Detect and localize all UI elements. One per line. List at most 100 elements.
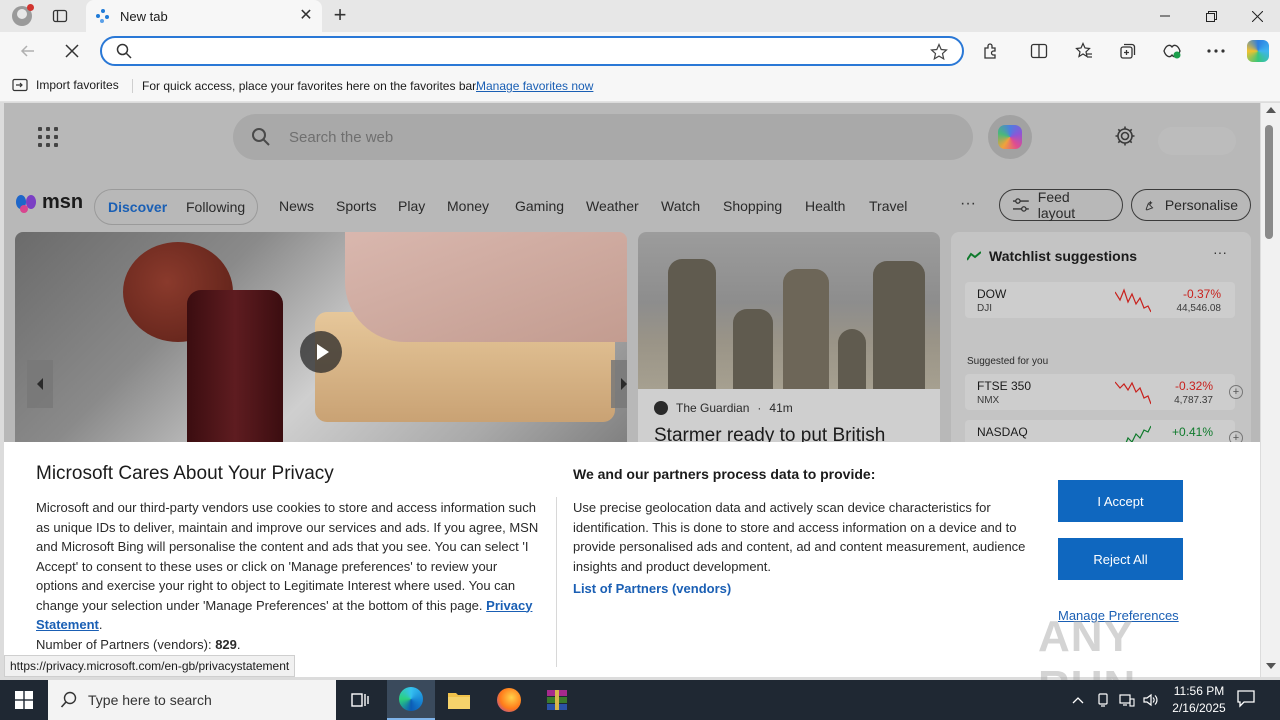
reject-all-button[interactable]: Reject All — [1058, 538, 1183, 580]
nav-play[interactable]: Play — [398, 198, 425, 214]
nav-news[interactable]: News — [279, 198, 314, 214]
stock-sparkline — [1115, 288, 1151, 313]
nav-shopping[interactable]: Shopping — [723, 198, 782, 214]
personalise-label: Personalise — [1164, 197, 1238, 213]
taskbar: Type here to search 11:56 PM 2/16/2025 — [0, 680, 1280, 720]
address-input[interactable] — [142, 42, 922, 60]
feed-tabs: Discover Following — [94, 189, 258, 225]
gear-icon[interactable] — [1114, 125, 1136, 150]
notification-icon[interactable] — [1236, 688, 1260, 712]
tab-new-tab[interactable]: New tab ✕ — [86, 0, 322, 32]
privacy-consent-dialog: Microsoft Cares About Your Privacy Micro… — [4, 442, 1260, 711]
restore-button[interactable] — [1188, 0, 1234, 32]
collections-icon[interactable] — [1114, 37, 1142, 65]
feed-layout-button[interactable]: Feed layout — [999, 189, 1123, 221]
watchlist-row[interactable]: DOW DJI -0.37% 44,546.08 — [965, 282, 1235, 318]
partners-list-link[interactable]: List of Partners (vendors) — [573, 581, 731, 596]
minimize-button[interactable] — [1142, 0, 1188, 32]
profile-icon[interactable] — [10, 4, 34, 28]
edge-taskbar-icon[interactable] — [387, 680, 435, 720]
extensions-icon[interactable] — [977, 37, 1005, 65]
winrar-icon[interactable] — [533, 680, 581, 720]
news-age: 41m — [769, 401, 793, 415]
nav-gaming[interactable]: Gaming — [515, 198, 564, 214]
nav-travel[interactable]: Travel — [869, 198, 907, 214]
carousel-next-button[interactable] — [611, 360, 627, 408]
split-screen-icon[interactable] — [1025, 37, 1053, 65]
watchlist-row[interactable]: FTSE 350 NMX -0.32% 4,787.37 + — [965, 374, 1243, 410]
accept-button[interactable]: I Accept — [1058, 480, 1183, 522]
back-button[interactable] — [14, 37, 42, 65]
personalise-button[interactable]: Personalise — [1131, 189, 1251, 221]
favorites-bar: Import favorites For quick access, place… — [0, 70, 1280, 102]
suggested-label: Suggested for you — [967, 356, 1049, 367]
nav-watch[interactable]: Watch — [661, 198, 700, 214]
msn-logo[interactable]: msn — [16, 191, 83, 214]
scroll-down-icon[interactable] — [1266, 663, 1276, 669]
privacy-body-text: Microsoft and our third-party vendors us… — [36, 500, 539, 613]
copilot-logo-icon[interactable] — [988, 115, 1032, 159]
settings-more-icon[interactable] — [1202, 37, 1230, 65]
system-clock[interactable]: 11:56 PM 2/16/2025 — [1160, 683, 1238, 717]
stock-change: -0.37% — [1182, 287, 1221, 301]
volume-icon[interactable] — [1140, 680, 1162, 720]
copilot-icon[interactable] — [1244, 37, 1272, 65]
nav-money[interactable]: Money — [447, 198, 489, 214]
favorite-star-icon[interactable] — [930, 43, 948, 64]
new-tab-icon — [96, 9, 110, 23]
sign-in-button[interactable] — [1158, 127, 1236, 155]
carousel-prev-button[interactable] — [27, 360, 53, 408]
show-hidden-icons[interactable] — [1068, 680, 1088, 720]
personalise-icon — [1145, 200, 1154, 211]
import-favorites-button[interactable]: Import favorites — [12, 78, 119, 92]
new-tab-button[interactable]: + — [328, 4, 352, 28]
page-scrollbar[interactable] — [1261, 103, 1280, 677]
sliders-icon — [1012, 198, 1029, 212]
nav-weather[interactable]: Weather — [586, 198, 639, 214]
scroll-thumb[interactable] — [1265, 125, 1273, 239]
tab-actions-icon[interactable] — [48, 4, 72, 28]
purposes-title: We and our partners process data to prov… — [573, 466, 876, 482]
msn-butterfly-icon — [16, 193, 38, 213]
tab-discover[interactable]: Discover — [108, 199, 167, 215]
purposes-text: Use precise geolocation data and activel… — [573, 500, 1026, 574]
scroll-up-icon[interactable] — [1266, 107, 1276, 113]
partners-count: 829 — [215, 636, 237, 652]
news-card[interactable]: The Guardian · 41m Starmer ready to put … — [638, 232, 940, 452]
taskbar-search-box[interactable]: Type here to search — [48, 680, 336, 720]
firefox-icon[interactable] — [485, 680, 533, 720]
tab-close-icon[interactable]: ✕ — [296, 6, 316, 26]
stop-loading-button[interactable] — [58, 37, 86, 65]
stock-symbol: DOW — [977, 287, 1007, 301]
task-view-icon[interactable] — [336, 680, 384, 720]
web-search-box[interactable]: Search the web — [233, 114, 973, 160]
app-launcher-icon[interactable] — [38, 127, 58, 147]
privacy-body: Microsoft and our third-party vendors us… — [36, 500, 539, 652]
stock-change: +0.41% — [1171, 425, 1213, 439]
add-to-watchlist-icon[interactable]: + — [1229, 385, 1243, 399]
favorites-hint: For quick access, place your favorites h… — [142, 79, 479, 93]
windows-start-icon[interactable] — [0, 680, 48, 720]
tab-title: New tab — [120, 9, 168, 24]
nav-health[interactable]: Health — [805, 198, 845, 214]
device-icon[interactable] — [1092, 680, 1114, 720]
watchlist-menu-button[interactable]: ··· — [1213, 244, 1227, 260]
nav-sports[interactable]: Sports — [336, 198, 376, 214]
guardian-logo-icon — [654, 401, 668, 415]
nav-more-button[interactable]: ··· — [960, 195, 976, 213]
search-icon — [251, 127, 271, 150]
favorites-icon[interactable] — [1070, 37, 1098, 65]
play-icon[interactable] — [300, 331, 342, 373]
privacy-divider — [556, 497, 557, 667]
hero-video-card[interactable] — [15, 232, 627, 452]
tab-following[interactable]: Following — [186, 199, 245, 215]
browser-toolbar — [0, 32, 1280, 70]
manage-favorites-link[interactable]: Manage favorites now — [476, 79, 593, 93]
file-explorer-icon[interactable] — [435, 680, 483, 720]
address-bar[interactable] — [100, 36, 964, 66]
stock-price: 44,546.08 — [1176, 303, 1222, 314]
network-icon[interactable] — [1116, 680, 1138, 720]
anyrun-watermark: ANY RUN — [1038, 612, 1135, 711]
close-window-button[interactable] — [1234, 0, 1280, 32]
browser-essentials-icon[interactable] — [1158, 37, 1186, 65]
